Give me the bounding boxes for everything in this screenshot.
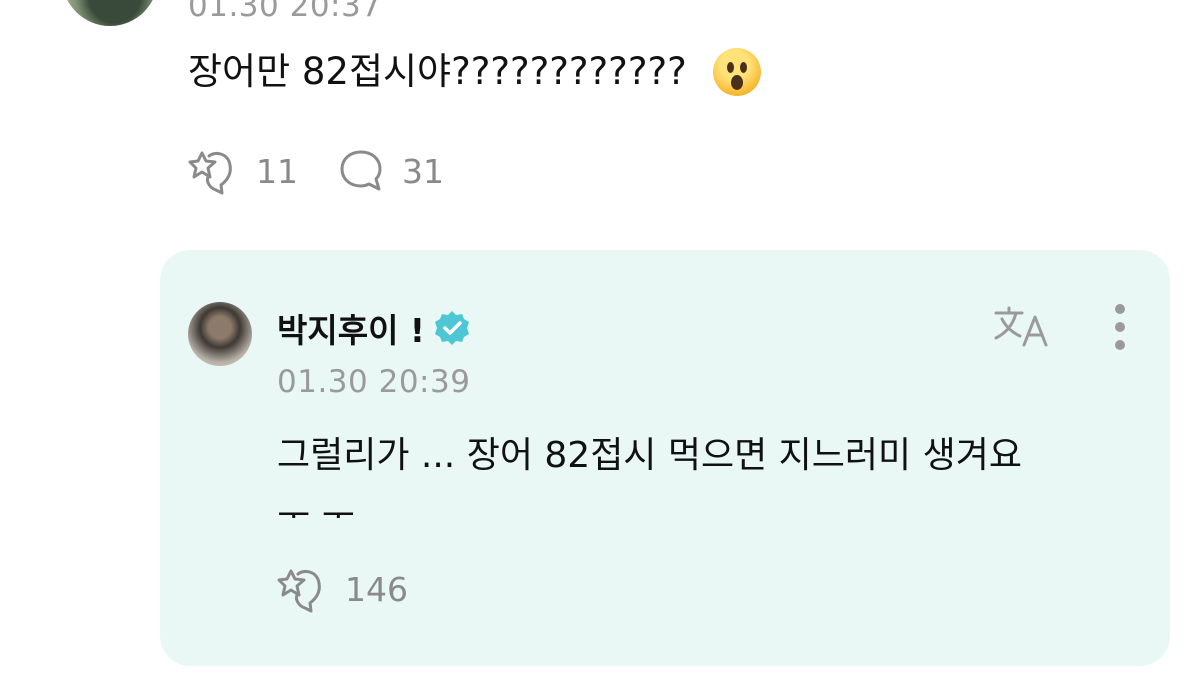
artist-reply-card: 박지후이 ! 01.30 20:39 그럴리가 ... 장어 82접시 먹으면 … xyxy=(160,250,1170,666)
reply-author-avatar[interactable] xyxy=(188,302,252,366)
reply-text: 그럴리가 ... 장어 82접시 먹으면 지느러미 생겨요 xyxy=(277,435,1022,476)
reply-like-button[interactable]: 146 xyxy=(277,564,408,614)
speech-bubble-icon xyxy=(340,150,382,191)
comment-text: 장어만 82접시야???????????? xyxy=(188,50,687,93)
hushed-face-emoji-icon xyxy=(712,48,761,96)
comment-thread: 01.30 20:37 장어만 82접시야???????????? 11 31 … xyxy=(0,0,1200,688)
comment-timestamp: 01.30 20:37 xyxy=(188,0,382,24)
star-heart-icon xyxy=(188,151,232,195)
reply-timestamp: 01.30 20:39 xyxy=(277,364,471,400)
comment-actions: 11 31 xyxy=(188,146,444,196)
reply-text-continued: ㅜ.ㅜ xyxy=(277,488,355,518)
comment-like-button[interactable]: 11 xyxy=(188,146,298,196)
comment-body: 장어만 82접시야???????????? xyxy=(188,48,761,96)
translate-icon[interactable] xyxy=(992,305,1054,349)
more-vertical-icon[interactable] xyxy=(1110,304,1130,358)
comment-reply-count: 31 xyxy=(402,151,444,191)
comment-like-count: 11 xyxy=(256,151,298,191)
reply-actions: 146 xyxy=(277,564,408,614)
reply-author-name: 박지후이 ! xyxy=(277,311,425,350)
reply-author[interactable]: 박지후이 ! xyxy=(277,304,471,352)
verified-badge-icon xyxy=(434,311,469,345)
commenter-avatar[interactable] xyxy=(62,0,158,26)
reply-like-count: 146 xyxy=(345,569,408,609)
star-heart-icon xyxy=(277,569,321,613)
comment-reply-button[interactable]: 31 xyxy=(338,148,444,194)
